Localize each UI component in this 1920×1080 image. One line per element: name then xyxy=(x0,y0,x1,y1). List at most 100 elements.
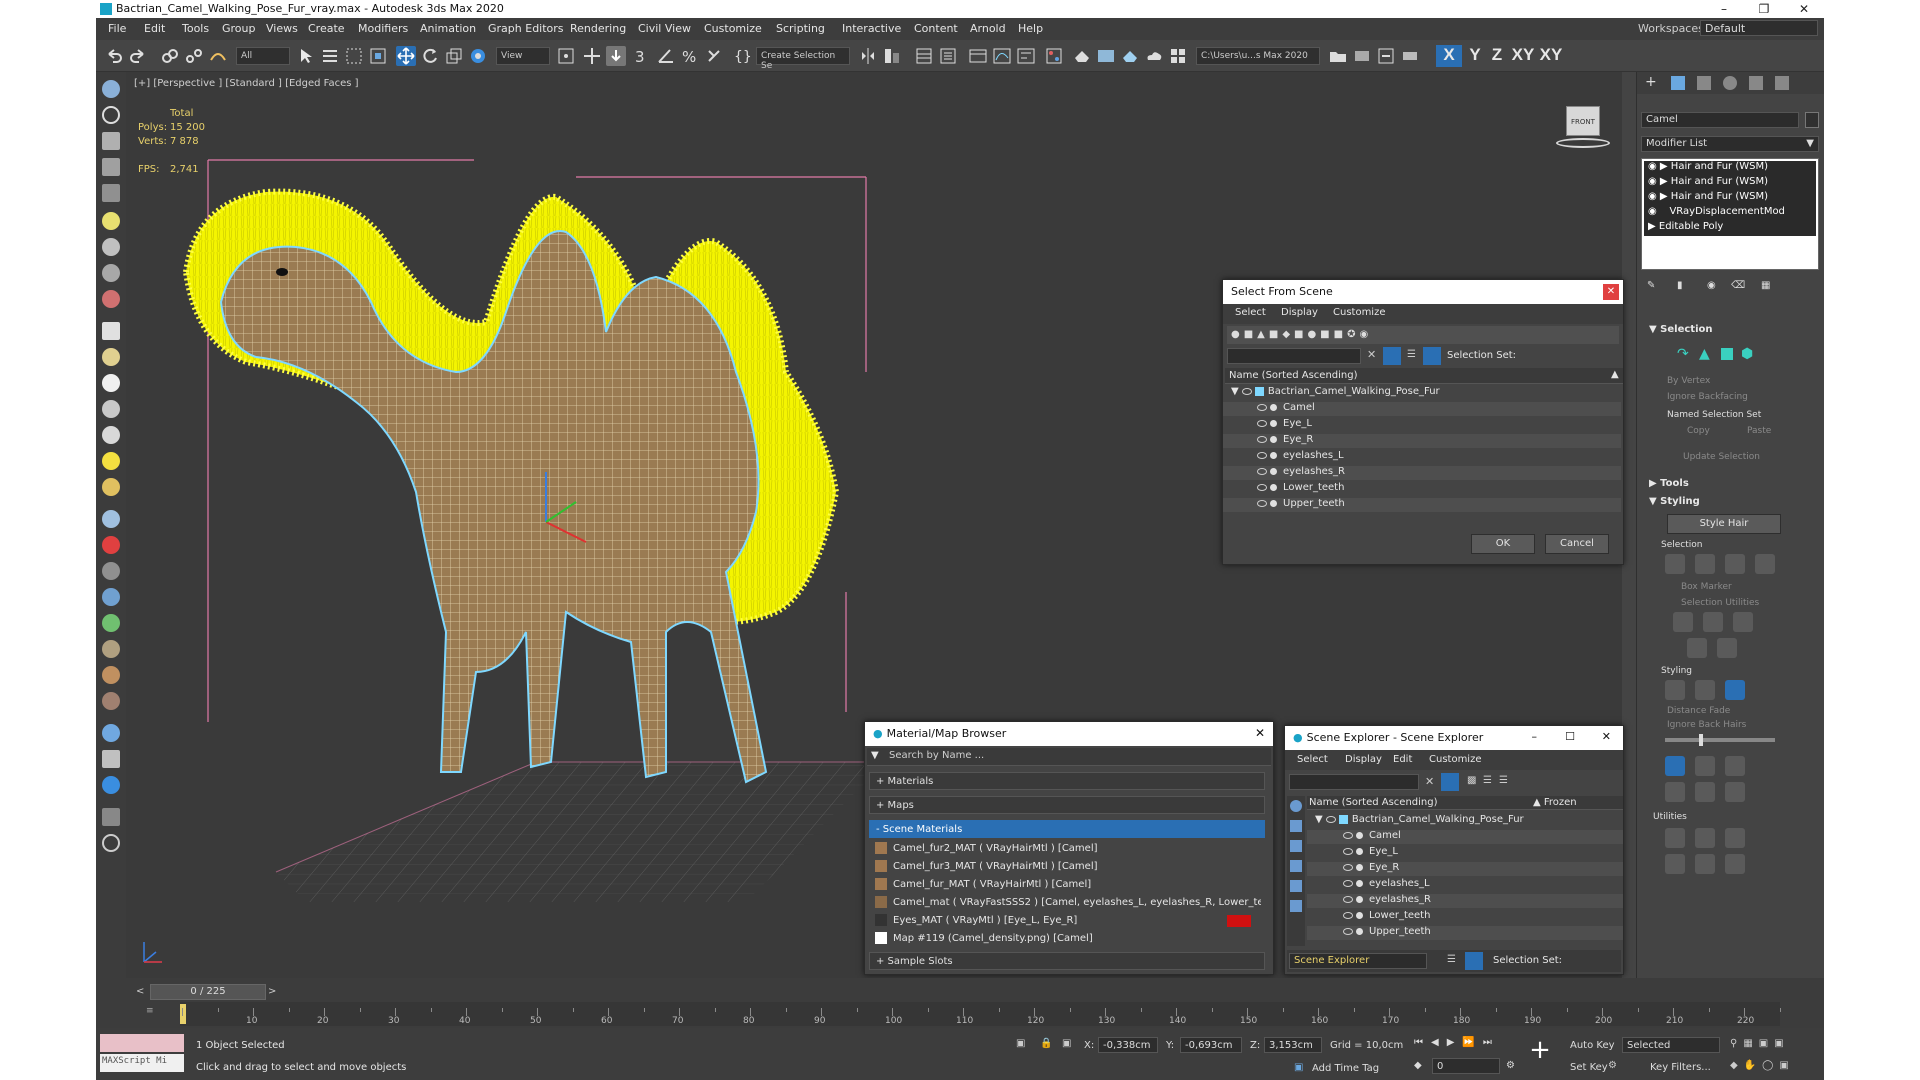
explorer-menu-select[interactable]: Select xyxy=(1297,754,1328,769)
layer-explorer-icon[interactable] xyxy=(938,46,958,66)
hide-selected-icon[interactable] xyxy=(1687,638,1707,658)
menu-help[interactable]: Help xyxy=(1018,22,1043,35)
mirror-icon[interactable] xyxy=(858,46,878,66)
axis-xy-cycle-button[interactable]: XY xyxy=(1536,45,1566,67)
create-foliage-icon[interactable] xyxy=(102,614,120,632)
named-selection-set-dropdown[interactable]: Create Selection Se xyxy=(756,47,850,71)
explorer-column-header[interactable]: Name (Sorted Ascending) ▲ Frozen xyxy=(1307,796,1623,810)
explorer-clear-search-icon[interactable]: ✕ xyxy=(1425,775,1434,788)
slider-handle[interactable] xyxy=(1699,734,1703,746)
visibility-eye-icon[interactable] xyxy=(1343,911,1353,919)
select-and-move-icon[interactable] xyxy=(396,46,416,66)
workspace-dropdown[interactable]: Default xyxy=(1700,20,1818,36)
menu-rendering[interactable]: Rendering xyxy=(570,22,626,35)
sfs-menu-customize[interactable]: Customize xyxy=(1333,307,1386,322)
curve-editor-icon[interactable] xyxy=(992,46,1012,66)
object-color-swatch[interactable] xyxy=(1805,112,1819,128)
explorer-item-upper-teeth[interactable]: Upper_teeth xyxy=(1307,926,1623,940)
toggle-ribbon-icon[interactable] xyxy=(968,46,988,66)
explorer-close-icon[interactable]: ✕ xyxy=(1602,730,1611,743)
key-set-dropdown[interactable]: Selected xyxy=(1622,1037,1720,1053)
snaps-toggle-icon[interactable]: 3 xyxy=(632,46,652,66)
face-subobject-icon[interactable]: ▲ xyxy=(1699,346,1710,362)
rotate-selection-icon[interactable] xyxy=(1703,612,1723,632)
select-hair-tool-icon[interactable] xyxy=(1665,554,1685,574)
by-vertex-checkbox[interactable]: By Vertex xyxy=(1667,376,1710,386)
visibility-eye-icon[interactable] xyxy=(1257,435,1267,443)
explorer-item-eye-r[interactable]: Eye_R xyxy=(1307,862,1623,876)
key-filters-button[interactable]: Key Filters... xyxy=(1650,1062,1711,1073)
ignore-backfacing-checkbox[interactable]: Ignore Backfacing xyxy=(1667,392,1748,402)
keyboard-shortcut-override-icon[interactable] xyxy=(606,46,626,66)
modifier-stack-item[interactable]: ◉ ▶ Hair and Fur (WSM) xyxy=(1644,161,1816,176)
utilities-tab-icon[interactable] xyxy=(1775,76,1789,90)
styling-rollout-header[interactable]: ▼ Styling xyxy=(1649,496,1700,507)
align-icon[interactable] xyxy=(882,46,902,66)
reset-rest-icon[interactable] xyxy=(1695,854,1715,874)
set-project-icon[interactable] xyxy=(1352,46,1372,66)
menu-edit[interactable]: Edit xyxy=(144,22,165,35)
box-marker-dropdown[interactable]: Box Marker xyxy=(1681,582,1732,592)
menu-scripting[interactable]: Scripting xyxy=(776,22,825,35)
create-tab-icon[interactable]: + xyxy=(1645,74,1657,90)
explorer-item-lower-teeth[interactable]: Lower_teeth xyxy=(1307,910,1623,924)
ignore-back-hairs-checkbox[interactable]: Ignore Back Hairs xyxy=(1667,720,1746,730)
visibility-eye-icon[interactable] xyxy=(1343,895,1353,903)
material-item[interactable]: Camel_fur_MAT ( VRayHairMtl ) [Camel] xyxy=(875,878,1261,893)
playback-controls[interactable]: ⏮◀▶⏩⏭ xyxy=(1414,1037,1500,1048)
menu-file[interactable]: File xyxy=(108,22,126,35)
select-object-icon[interactable] xyxy=(296,46,316,66)
modifier-list-dropdown[interactable]: Modifier List ▼ xyxy=(1641,136,1819,152)
modifier-stack-item[interactable]: ◉ VRayDisplacementMod xyxy=(1644,206,1816,221)
sfs-menu-select[interactable]: Select xyxy=(1235,307,1266,322)
create-helper-icon[interactable] xyxy=(102,264,120,282)
cancel-button[interactable]: Cancel xyxy=(1545,534,1609,554)
absolute-transform-icon[interactable]: ▣ xyxy=(1062,1038,1071,1049)
create-rectangle-icon[interactable] xyxy=(102,322,120,340)
maxscript-listener-top[interactable] xyxy=(100,1034,184,1052)
create-motor-icon[interactable] xyxy=(102,588,120,606)
create-torus-icon[interactable] xyxy=(102,400,120,418)
select-manipulate-icon[interactable] xyxy=(582,46,602,66)
polygon-subobject-icon[interactable] xyxy=(1721,348,1733,360)
paste-button[interactable]: Paste xyxy=(1747,426,1771,436)
visibility-eye-icon[interactable] xyxy=(1257,419,1267,427)
explorer-minimize-icon[interactable]: – xyxy=(1532,730,1538,743)
explorer-maximize-icon[interactable]: ☐ xyxy=(1565,730,1575,743)
create-gravity-icon[interactable] xyxy=(102,562,120,580)
create-hair-icon[interactable] xyxy=(102,640,120,658)
object-name-field[interactable]: Camel xyxy=(1641,112,1799,128)
explorer-hierarchy-icon[interactable]: ☰ xyxy=(1483,775,1492,786)
explorer-menu-edit[interactable]: Edit xyxy=(1393,754,1412,769)
brush-size-slider[interactable] xyxy=(1665,734,1775,746)
create-tape-icon[interactable] xyxy=(102,692,120,710)
sfs-item-eye-r[interactable]: Eye_R xyxy=(1223,434,1621,448)
visibility-eye-icon[interactable]: ◉ xyxy=(1648,206,1657,217)
select-brush-icon[interactable] xyxy=(1725,680,1745,700)
browser-section-sample-slots[interactable]: + Sample Slots xyxy=(869,952,1265,970)
rotate-tool-icon[interactable] xyxy=(1695,782,1715,802)
create-cone-icon[interactable] xyxy=(102,426,120,444)
edit-named-selection-icon[interactable]: {} xyxy=(732,46,752,66)
show-end-result-icon[interactable]: ▮ xyxy=(1677,280,1683,291)
pin-stack-icon[interactable]: ✎ xyxy=(1647,280,1655,291)
explorer-lock-icon[interactable]: ▩ xyxy=(1467,775,1476,786)
create-fur-icon[interactable] xyxy=(102,666,120,684)
sfs-clear-search-icon[interactable]: ✕ xyxy=(1367,348,1376,361)
visibility-eye-icon[interactable] xyxy=(1257,483,1267,491)
visibility-eye-icon[interactable] xyxy=(1343,847,1353,855)
browser-search-input[interactable]: Search by Name ... xyxy=(889,750,984,765)
sfs-item-lower-teeth[interactable]: Lower_teeth xyxy=(1223,482,1621,496)
sfs-column-header[interactable]: Name (Sorted Ascending) ▲ xyxy=(1225,368,1623,384)
viewport-nav-bottom-icons[interactable]: ◆✋◯▣ xyxy=(1730,1060,1795,1071)
menu-views[interactable]: Views xyxy=(266,22,298,35)
create-particles-icon[interactable] xyxy=(102,290,120,308)
create-bomb-icon[interactable] xyxy=(102,536,120,554)
material-item[interactable]: Camel_fur2_MAT ( VRayHairMtl ) [Camel] xyxy=(875,842,1261,857)
sfs-item-eye-l[interactable]: Eye_L xyxy=(1223,418,1621,432)
hair-cut-icon[interactable] xyxy=(1665,680,1685,700)
menu-tools[interactable]: Tools xyxy=(182,22,209,35)
create-camera-icon[interactable] xyxy=(102,238,120,256)
spinner-snap-icon[interactable] xyxy=(704,46,724,66)
unlink-icon[interactable] xyxy=(184,46,204,66)
